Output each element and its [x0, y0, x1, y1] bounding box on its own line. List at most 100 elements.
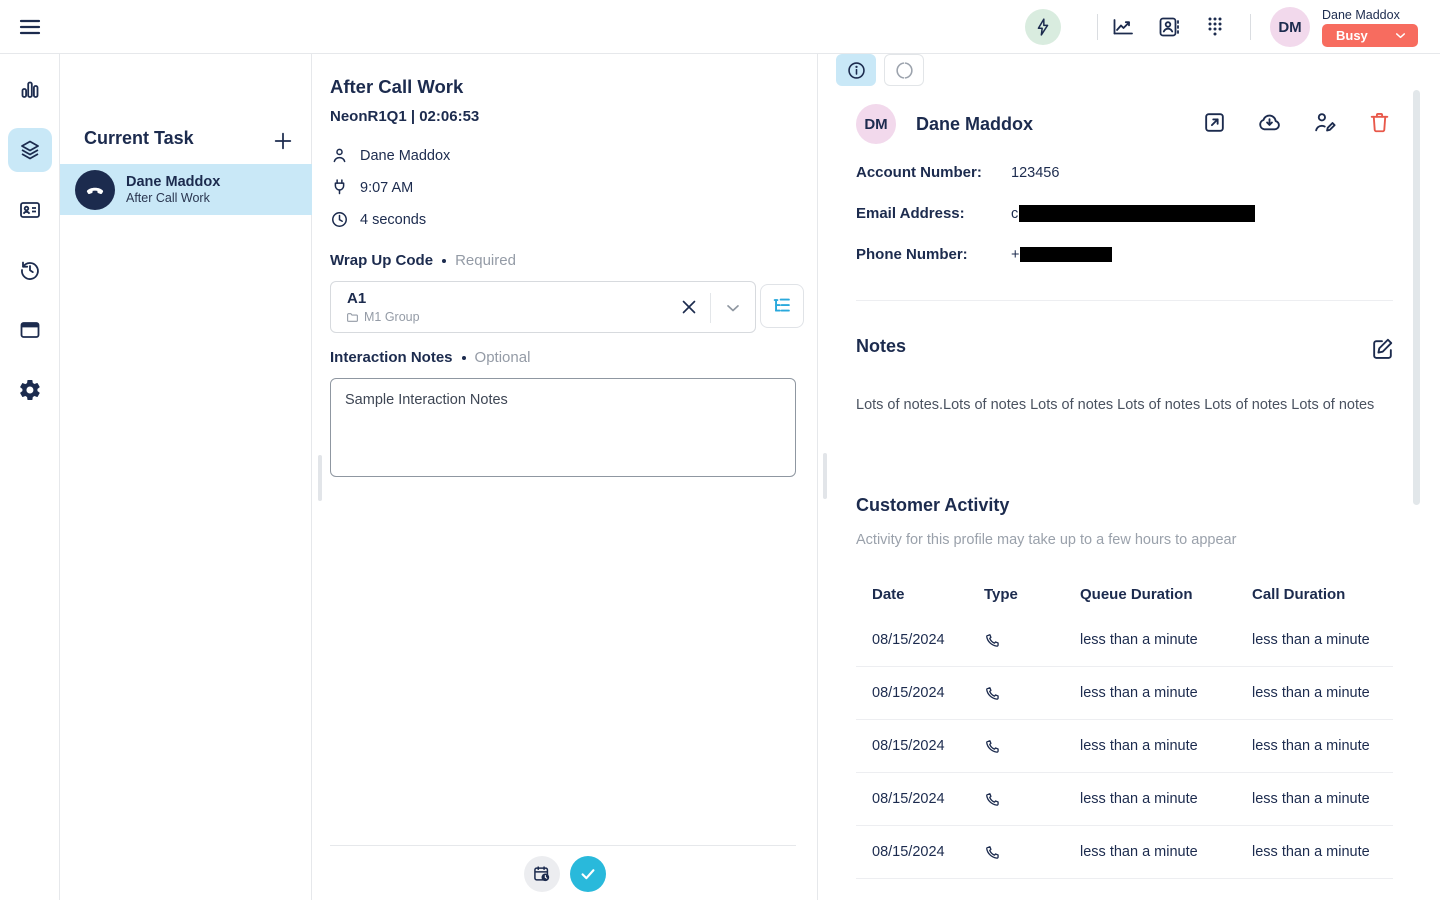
- col-type: Type: [984, 586, 1080, 603]
- delete-contact-icon[interactable]: [1367, 110, 1392, 135]
- phone-redaction-bar: [1020, 247, 1112, 262]
- activity-date: 08/15/2024: [872, 738, 984, 754]
- contact-card-icon: [18, 198, 42, 222]
- interaction-notes-input[interactable]: Sample Interaction Notes: [330, 378, 796, 477]
- history-icon: [18, 258, 42, 282]
- cloud-download-icon[interactable]: [1257, 110, 1282, 135]
- current-task-panel: Current Task Dane Maddox After Call Work: [60, 54, 312, 900]
- top-bar: DM Dane Maddox Busy: [0, 0, 1440, 54]
- user-avatar[interactable]: DM: [1270, 7, 1310, 47]
- phone-value: +: [1011, 247, 1019, 263]
- schedule-callback-button[interactable]: [524, 856, 560, 892]
- profile-name: Dane Maddox: [916, 114, 1033, 135]
- interaction-notes-label: Interaction Notes: [330, 349, 453, 366]
- quick-actions-button[interactable]: [1025, 9, 1061, 45]
- sidebar-item-history[interactable]: [8, 248, 52, 292]
- call-duration: less than a minute: [1252, 844, 1409, 860]
- customer-activity-title: Customer Activity: [856, 495, 1009, 516]
- edit-notes-icon[interactable]: [1370, 336, 1395, 361]
- analytics-icon[interactable]: [1111, 15, 1135, 39]
- panel-resize-handle-right[interactable]: [823, 453, 827, 499]
- queue-duration: less than a minute: [1080, 738, 1252, 754]
- activity-table-header: Date Type Queue Duration Call Duration: [856, 574, 1393, 614]
- call-duration: less than a minute: [1252, 791, 1409, 807]
- after-call-work-panel: After Call Work NeonR1Q1 | 02:06:53 Dane…: [312, 54, 818, 900]
- phone-label: Phone Number:: [856, 246, 1011, 263]
- queue-duration: less than a minute: [1080, 685, 1252, 701]
- col-queue-duration: Queue Duration: [1080, 586, 1252, 603]
- phone-call-icon: [984, 843, 1080, 861]
- complete-task-button[interactable]: [570, 856, 606, 892]
- status-label: Busy: [1336, 28, 1368, 43]
- select-divider: [710, 293, 711, 323]
- notes-text: Lots of notes.Lots of notes Lots of note…: [856, 397, 1386, 413]
- edit-contact-icon[interactable]: [1312, 110, 1337, 135]
- activity-date: 08/15/2024: [872, 844, 984, 860]
- sidebar-item-settings[interactable]: [8, 368, 52, 412]
- lightning-icon: [1033, 17, 1053, 37]
- table-row[interactable]: 08/15/2024 less than a minute less than …: [856, 667, 1393, 720]
- tab-ai-insights[interactable]: [884, 54, 924, 86]
- task-list-item[interactable]: Dane Maddox After Call Work: [60, 164, 312, 215]
- caller-name: Dane Maddox: [360, 148, 450, 164]
- account-number-label: Account Number:: [856, 164, 1011, 181]
- chevron-down-icon: [1393, 28, 1408, 43]
- wrap-up-code-select[interactable]: A1 M1 Group: [330, 281, 756, 333]
- sidebar-item-browser[interactable]: [8, 308, 52, 352]
- sidebar-item-contacts[interactable]: [8, 188, 52, 232]
- table-row[interactable]: 08/15/2024 less than a minute less than …: [856, 773, 1393, 826]
- phone-call-icon: [984, 737, 1080, 755]
- activity-date: 08/15/2024: [872, 791, 984, 807]
- gear-icon: [18, 378, 42, 402]
- task-contact-name: Dane Maddox: [126, 174, 220, 190]
- call-duration: less than a minute: [1252, 632, 1409, 648]
- footer-divider: [330, 845, 796, 846]
- profile-avatar: DM: [856, 104, 896, 144]
- table-row[interactable]: 08/15/2024 less than a minute less than …: [856, 720, 1393, 773]
- open-external-icon[interactable]: [1202, 110, 1227, 135]
- phone-call-icon: [984, 684, 1080, 702]
- email-redaction-bar: [1019, 205, 1255, 222]
- bullet-separator: [462, 356, 466, 360]
- dialpad-icon[interactable]: [1203, 15, 1227, 39]
- info-icon: [846, 60, 867, 81]
- col-call-duration: Call Duration: [1252, 586, 1409, 603]
- phone-call-icon: [984, 631, 1080, 649]
- bar-chart-icon: [18, 78, 42, 102]
- clock-icon: [330, 210, 349, 229]
- phone-call-icon: [984, 790, 1080, 808]
- clear-selection-icon[interactable]: [678, 296, 700, 318]
- interaction-notes-optional-label: Optional: [475, 349, 531, 366]
- contacts-icon[interactable]: [1157, 15, 1181, 39]
- table-row[interactable]: 08/15/2024 less than a minute less than …: [856, 614, 1393, 667]
- calendar-clock-icon: [532, 864, 552, 884]
- add-task-button[interactable]: [272, 130, 294, 152]
- wrap-up-required-label: Required: [455, 252, 516, 269]
- sidebar-item-dashboard[interactable]: [8, 68, 52, 112]
- task-state-label: After Call Work: [126, 191, 220, 205]
- window-icon: [18, 318, 42, 342]
- split-circle-icon: [894, 60, 915, 81]
- queue-duration: less than a minute: [1080, 791, 1252, 807]
- browse-wrap-up-codes-button[interactable]: [760, 284, 804, 328]
- call-start-time: 9:07 AM: [360, 180, 413, 196]
- activity-date: 08/15/2024: [872, 685, 984, 701]
- scrollbar-thumb[interactable]: [1413, 90, 1420, 505]
- panel-resize-handle-left[interactable]: [318, 455, 322, 501]
- account-number-value: 123456: [1011, 165, 1059, 181]
- current-task-title: Current Task: [84, 128, 194, 149]
- hamburger-menu-icon[interactable]: [18, 15, 42, 39]
- person-icon: [330, 146, 349, 165]
- status-dropdown[interactable]: Busy: [1322, 24, 1418, 47]
- tab-profile-info[interactable]: [836, 54, 876, 86]
- email-label: Email Address:: [856, 205, 1011, 222]
- col-date: Date: [872, 586, 984, 603]
- wrap-up-group-name: M1 Group: [364, 310, 420, 324]
- table-row[interactable]: 08/15/2024 less than a minute less than …: [856, 826, 1393, 879]
- email-value: c: [1011, 206, 1018, 222]
- wrap-up-code-label: Wrap Up Code: [330, 252, 433, 269]
- customer-activity-subtitle: Activity for this profile may take up to…: [856, 532, 1236, 548]
- chevron-down-icon[interactable]: [723, 298, 743, 318]
- sidebar-item-tasks[interactable]: [8, 128, 52, 172]
- left-nav-rail: [0, 54, 60, 900]
